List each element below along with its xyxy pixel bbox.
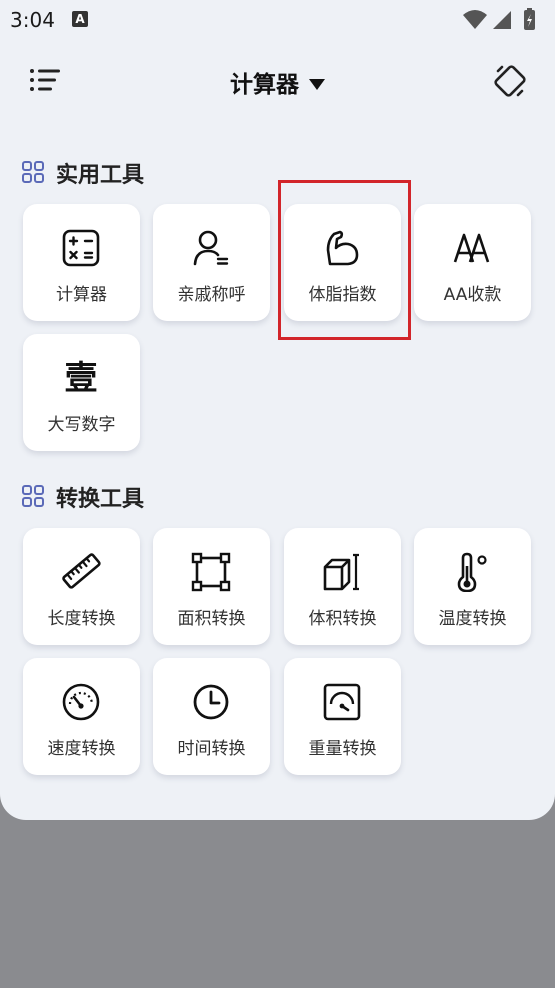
rotate-screen-icon[interactable] xyxy=(492,63,528,99)
speedometer-icon xyxy=(62,683,100,721)
tool-temperature-conversion[interactable]: 温度转换 xyxy=(414,528,531,645)
clock-icon xyxy=(193,684,229,720)
ruler-icon xyxy=(62,553,101,589)
tool-label: 面积转换 xyxy=(177,609,246,629)
wifi-icon xyxy=(463,10,487,29)
tool-volume-conversion[interactable]: 体积转换 xyxy=(284,528,401,645)
person-icon xyxy=(193,230,229,266)
tool-area-conversion[interactable]: 面积转换 xyxy=(153,528,270,645)
grid-icon xyxy=(22,161,44,183)
top-bar: 计算器 xyxy=(0,55,555,111)
cube-icon xyxy=(323,553,359,591)
status-icons xyxy=(463,8,535,30)
tool-label: 长度转换 xyxy=(47,609,116,629)
tool-label: 重量转换 xyxy=(308,739,377,759)
tool-time-conversion[interactable]: 时间转换 xyxy=(153,658,270,775)
chinese-numeral-icon: 壹 xyxy=(64,358,98,397)
tool-weight-conversion[interactable]: 重量转换 xyxy=(284,658,401,775)
tool-label: 速度转换 xyxy=(47,739,116,759)
grid-icon xyxy=(22,485,44,507)
page-title: 计算器 xyxy=(230,72,299,98)
calculator-icon xyxy=(62,229,100,267)
status-bar: 3:04 A xyxy=(0,0,555,40)
tool-label: AA收款 xyxy=(443,285,502,305)
area-square-icon xyxy=(191,552,231,592)
tool-label: 温度转换 xyxy=(438,609,507,629)
tool-label: 计算器 xyxy=(56,285,107,305)
caret-down-icon xyxy=(309,79,325,90)
status-time: 3:04 xyxy=(10,8,55,32)
tool-calculator[interactable]: 计算器 xyxy=(23,204,140,321)
tool-capital-numbers[interactable]: 壹 大写数字 xyxy=(23,334,140,451)
thermometer-icon xyxy=(457,552,487,592)
aa-text-icon xyxy=(453,233,490,263)
section-title: 实用工具 xyxy=(56,163,145,188)
scale-gauge-icon xyxy=(323,683,361,721)
tool-label: 大写数字 xyxy=(47,415,116,435)
section-title: 转换工具 xyxy=(56,487,145,512)
notification-icon: A xyxy=(72,11,88,27)
app-sheet: 3:04 A 计算器 实用工具 计算器 亲戚称呼 体脂指数 AA收款 壹 大写数… xyxy=(0,0,555,820)
tool-length-conversion[interactable]: 长度转换 xyxy=(23,528,140,645)
battery-icon xyxy=(524,8,535,30)
signal-icon xyxy=(493,11,511,29)
highlight-box xyxy=(278,180,411,340)
tool-label: 亲戚称呼 xyxy=(177,285,246,305)
tool-label: 时间转换 xyxy=(177,739,246,759)
tool-label: 体积转换 xyxy=(308,609,377,629)
tool-aa-split[interactable]: AA收款 xyxy=(414,204,531,321)
title-dropdown[interactable]: 计算器 xyxy=(0,65,555,99)
tool-relatives-title[interactable]: 亲戚称呼 xyxy=(153,204,270,321)
tool-speed-conversion[interactable]: 速度转换 xyxy=(23,658,140,775)
